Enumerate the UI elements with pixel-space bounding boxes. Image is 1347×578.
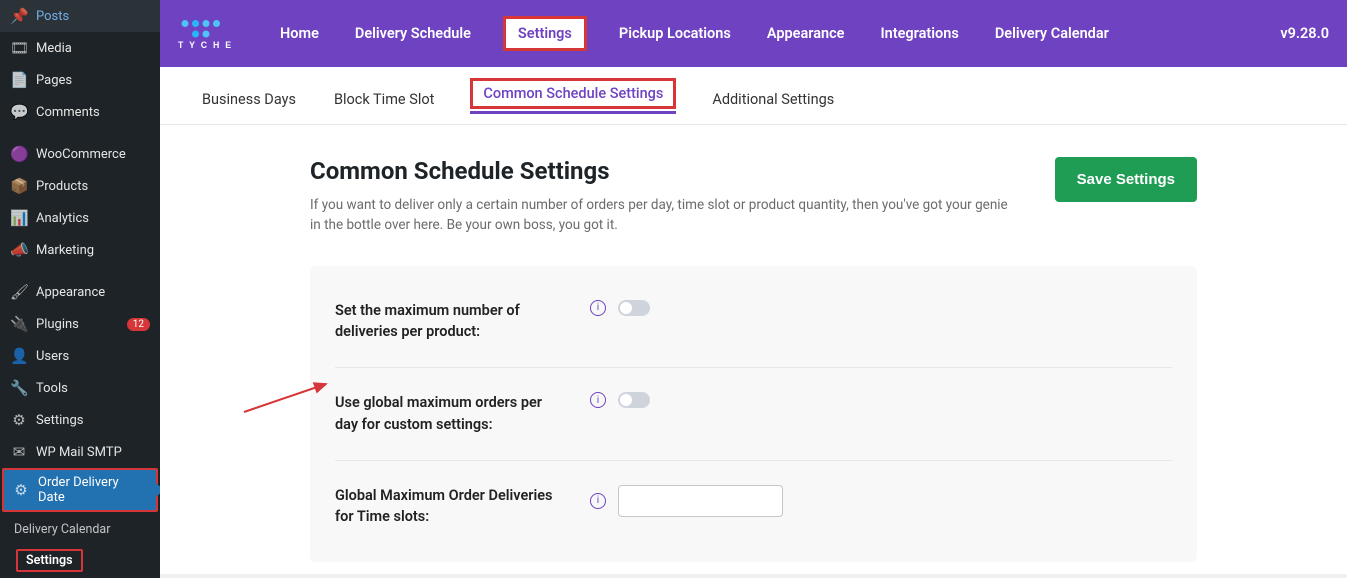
subtab-block-time-slot[interactable]: Block Time Slot xyxy=(332,85,436,114)
sidebar-item-label: Posts xyxy=(36,9,150,24)
comment-icon: 💬 xyxy=(10,103,28,121)
info-icon[interactable]: i xyxy=(590,300,606,316)
mail-icon: ✉ xyxy=(10,443,28,461)
sidebar-item-wp-mail-smtp[interactable]: ✉ WP Mail SMTP xyxy=(0,436,160,468)
box-icon: 📦 xyxy=(10,177,28,195)
media-icon: 🎞 xyxy=(10,39,28,57)
settings-subtabs: Business Days Block Time Slot Common Sched… xyxy=(160,67,1347,125)
brush-icon: 🖌 xyxy=(10,283,28,301)
update-count-badge: 12 xyxy=(127,318,150,331)
nav-delivery-calendar[interactable]: Delivery Calendar xyxy=(991,17,1113,50)
input-global-max-slots[interactable] xyxy=(618,485,783,517)
nav-pickup-locations[interactable]: Pickup Locations xyxy=(615,17,735,50)
brand-logo: T Y C H E xyxy=(178,15,248,53)
subtab-common-schedule-settings[interactable]: Common Schedule Settings xyxy=(470,85,676,114)
toggle-max-per-product[interactable] xyxy=(618,300,650,316)
user-icon: 👤 xyxy=(10,347,28,365)
nav-settings[interactable]: Settings xyxy=(503,25,587,42)
sidebar-item-label: Plugins xyxy=(36,317,119,332)
sidebar-item-analytics[interactable]: 📊 Analytics xyxy=(0,202,160,234)
wp-admin-sidebar: 📌 Posts 🎞 Media 📄 Pages 💬 Comments 🟣 WooCommerce 📦… xyxy=(0,0,160,574)
mega-icon: 📣 xyxy=(10,241,28,259)
sidebar-item-appearance[interactable]: 🖌 Appearance xyxy=(0,276,160,308)
page-title: Common Schedule Settings xyxy=(310,157,1035,185)
page-description: If you want to deliver only a certain nu… xyxy=(310,195,1010,236)
sidebar-item-comments[interactable]: 💬 Comments xyxy=(0,96,160,128)
save-settings-button[interactable]: Save Settings xyxy=(1055,157,1197,202)
sidebar-item-label: Products xyxy=(36,179,150,194)
toggle-use-global-max[interactable] xyxy=(618,392,650,408)
svg-text:T Y C H E: T Y C H E xyxy=(178,40,233,50)
sidebar-item-pages[interactable]: 📄 Pages xyxy=(0,64,160,96)
sidebar-item-plugins[interactable]: 🔌 Plugins 12 xyxy=(0,308,160,340)
pin-icon: 📌 xyxy=(10,7,28,25)
nav-appearance[interactable]: Appearance xyxy=(763,17,849,50)
sidebar-item-woocommerce[interactable]: 🟣 WooCommerce xyxy=(0,138,160,170)
sidebar-item-label: Comments xyxy=(36,105,150,120)
settings-panel: Set the maximum number of deliveries per… xyxy=(310,266,1197,563)
sidebar-item-label: WooCommerce xyxy=(36,147,150,162)
subtab-business-days[interactable]: Business Days xyxy=(200,85,298,114)
gear-icon: ⚙ xyxy=(12,481,30,499)
field-label-use-global-max: Use global maximum orders per day for cu… xyxy=(335,392,560,436)
sidebar-item-settings[interactable]: ⚙ Settings xyxy=(0,404,160,436)
info-icon[interactable]: i xyxy=(590,392,606,408)
annotation-arrow xyxy=(244,380,344,424)
sidebar-item-users[interactable]: 👤 Users xyxy=(0,340,160,372)
sidebar-item-tools[interactable]: 🔧 Tools xyxy=(0,372,160,404)
sidebar-item-label: Media xyxy=(36,41,150,56)
sidebar-item-label: Tools xyxy=(36,381,150,396)
sidebar-item-marketing[interactable]: 📣 Marketing xyxy=(0,234,160,266)
sidebar-item-label: Appearance xyxy=(36,285,150,300)
sidebar-item-order-delivery-date[interactable]: ⚙ Order Delivery Date xyxy=(2,468,158,512)
main-content: T Y C H E Home Delivery Schedule Settings P… xyxy=(160,0,1347,574)
sidebar-item-label: Order Delivery Date xyxy=(38,475,148,505)
sidebar-item-label: Analytics xyxy=(36,211,150,226)
nav-integrations[interactable]: Integrations xyxy=(876,17,962,50)
sidebar-subitem-settings[interactable]: Settings xyxy=(0,543,160,578)
plug-icon: 🔌 xyxy=(10,315,28,333)
sidebar-item-products[interactable]: 📦 Products xyxy=(0,170,160,202)
info-icon[interactable]: i xyxy=(590,493,606,509)
nav-delivery-schedule[interactable]: Delivery Schedule xyxy=(351,17,475,50)
plugin-version: v9.28.0 xyxy=(1280,25,1329,42)
sidebar-item-label: Settings xyxy=(36,413,150,428)
sidebar-item-label: Marketing xyxy=(36,243,150,258)
sidebar-item-label: Pages xyxy=(36,73,150,88)
plugin-topnav: T Y C H E Home Delivery Schedule Settings P… xyxy=(160,0,1347,67)
sidebar-item-label: WP Mail SMTP xyxy=(36,445,150,460)
field-label-max-per-product: Set the maximum number of deliveries per… xyxy=(335,300,560,344)
sliders-icon: ⚙ xyxy=(10,411,28,429)
sidebar-subitem-delivery-calendar[interactable]: Delivery Calendar xyxy=(0,516,160,543)
sidebar-item-label: Users xyxy=(36,349,150,364)
subtab-additional-settings[interactable]: Additional Settings xyxy=(710,85,836,114)
sidebar-item-media[interactable]: 🎞 Media xyxy=(0,32,160,64)
chart-icon: 📊 xyxy=(10,209,28,227)
field-label-global-max-slots: Global Maximum Order Deliveries for Time… xyxy=(335,485,560,529)
woo-icon: 🟣 xyxy=(10,145,28,163)
sidebar-item-posts[interactable]: 📌 Posts xyxy=(0,0,160,32)
nav-home[interactable]: Home xyxy=(276,17,323,50)
page-icon: 📄 xyxy=(10,71,28,89)
wrench-icon: 🔧 xyxy=(10,379,28,397)
